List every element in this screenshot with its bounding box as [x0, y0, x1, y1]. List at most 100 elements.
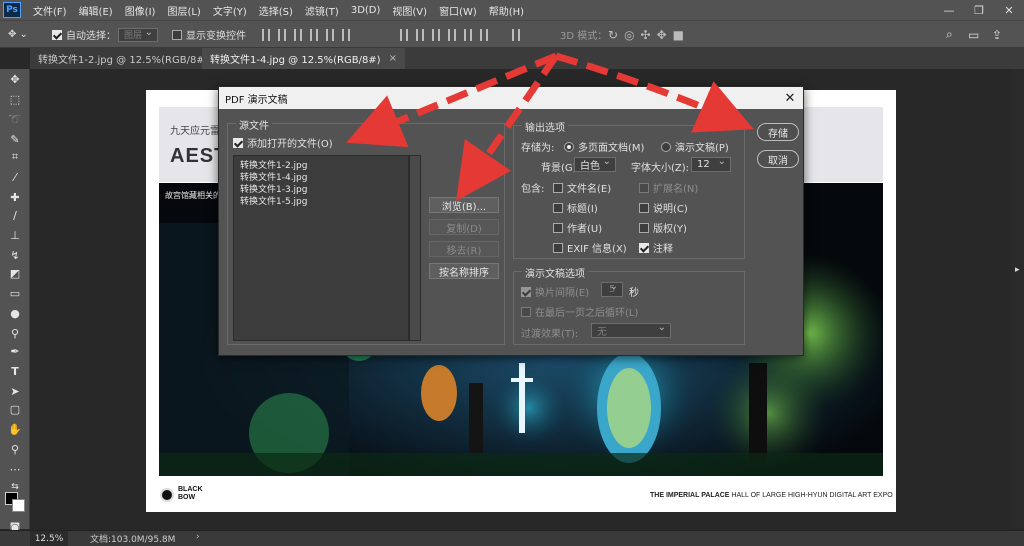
shape-tool-icon[interactable]: ▢: [5, 401, 25, 417]
type-tool-icon[interactable]: T: [5, 363, 25, 379]
eyedropper-tool-icon[interactable]: ⁄: [5, 169, 25, 185]
search-icon[interactable]: ⌕: [946, 21, 953, 48]
browse-button[interactable]: 浏览(B)...: [429, 197, 499, 213]
title-checkbox[interactable]: 标题(I): [553, 200, 598, 215]
dodge-tool-icon[interactable]: ⚲: [5, 325, 25, 341]
source-file-list[interactable]: 转换文件1-2.jpg 转换文件1-4.jpg 转换文件1-3.jpg 转换文件…: [233, 155, 409, 341]
path-select-tool-icon[interactable]: ➤: [5, 383, 25, 399]
crop-tool-icon[interactable]: ⌗: [5, 149, 25, 165]
quick-select-tool-icon[interactable]: ✎: [5, 131, 25, 147]
extension-checkbox[interactable]: 扩展名(N): [639, 180, 698, 195]
menu-help[interactable]: 帮助(H): [483, 3, 530, 18]
show-transform-checkbox[interactable]: 显示变换控件: [172, 21, 246, 48]
background-select[interactable]: 白色: [574, 156, 616, 172]
minimize-icon[interactable]: —: [934, 0, 964, 20]
align-right-icon[interactable]: [342, 28, 350, 41]
file-list-scrollbar[interactable]: [409, 155, 421, 341]
menu-window[interactable]: 窗口(W): [433, 3, 483, 18]
more-tools-icon[interactable]: ⋯: [5, 461, 25, 477]
zoom-tool-icon[interactable]: ⚲: [5, 441, 25, 457]
align-top-icon[interactable]: [262, 28, 270, 41]
restore-icon[interactable]: ❐: [964, 0, 994, 20]
menu-view[interactable]: 视图(V): [386, 3, 433, 18]
move-tool-icon[interactable]: ✥: [5, 71, 25, 87]
multi-page-radio[interactable]: 多页面文档(M): [564, 139, 644, 154]
description-checkbox[interactable]: 说明(C): [639, 200, 688, 215]
transition-select[interactable]: 无: [591, 322, 671, 338]
align-vcenter-icon[interactable]: [278, 28, 286, 41]
blur-tool-icon[interactable]: ●: [5, 305, 25, 321]
stamp-tool-icon[interactable]: ⊥: [5, 227, 25, 243]
distribute-vcenter-icon[interactable]: [416, 28, 424, 41]
copyright-checkbox[interactable]: 版权(Y): [639, 220, 687, 235]
exif-checkbox[interactable]: EXIF 信息(X): [553, 240, 627, 255]
menu-image[interactable]: 图像(I): [119, 3, 162, 18]
roll-icon[interactable]: ◎: [624, 28, 640, 42]
save-button[interactable]: 存储: [757, 123, 799, 141]
sort-by-name-button[interactable]: 按名称排序: [429, 263, 499, 279]
align-bottom-icon[interactable]: [294, 28, 302, 41]
pen-tool-icon[interactable]: ✒: [5, 343, 25, 359]
menu-edit[interactable]: 编辑(E): [73, 3, 119, 18]
3d-mode-label: 3D 模式：: [560, 31, 608, 42]
menu-file[interactable]: 文件(F): [27, 3, 73, 18]
distribute-left-icon[interactable]: [448, 28, 456, 41]
brush-tool-icon[interactable]: ∕: [5, 207, 25, 223]
distribute-right-icon[interactable]: [480, 28, 488, 41]
align-hcenter-icon[interactable]: [326, 28, 334, 41]
author-check-icon: [553, 222, 563, 233]
align-left-icon[interactable]: [310, 28, 318, 41]
filename-checkbox[interactable]: 文件名(E): [553, 180, 611, 195]
list-item[interactable]: 转换文件1-5.jpg: [240, 194, 308, 207]
marquee-tool-icon[interactable]: ⬚: [5, 91, 25, 107]
author-checkbox[interactable]: 作者(U): [553, 220, 602, 235]
zoom-level-field[interactable]: 12.5%: [30, 531, 68, 546]
menu-type[interactable]: 文字(Y): [207, 3, 253, 18]
gradient-tool-icon[interactable]: ▭: [5, 285, 25, 301]
orbit-icon[interactable]: ↻: [608, 28, 624, 42]
distribute-bottom-icon[interactable]: [432, 28, 440, 41]
distribute-top-icon[interactable]: [400, 28, 408, 41]
expand-panels-icon[interactable]: ▸: [1015, 265, 1020, 275]
pan-icon[interactable]: ✣: [641, 28, 657, 42]
window-controls: — ❐ ✕: [934, 0, 1024, 20]
add-open-files-checkbox[interactable]: 添加打开的文件(O): [233, 135, 333, 150]
menu-layer[interactable]: 图层(L): [161, 3, 206, 18]
cancel-button[interactable]: 取消: [757, 150, 799, 168]
dialog-close-icon[interactable]: ✕: [781, 89, 799, 107]
healing-tool-icon[interactable]: ✚: [5, 189, 25, 205]
font-size-select[interactable]: 12: [691, 156, 731, 172]
move-tool-icon[interactable]: ✥ ⌄: [8, 21, 28, 48]
eraser-tool-icon[interactable]: ◩: [5, 265, 25, 281]
slide-icon[interactable]: ✥: [657, 28, 673, 42]
advance-seconds-field[interactable]: 5: [601, 281, 623, 297]
tab-doc-1-4[interactable]: 转换文件1-4.jpg @ 12.5%(RGB/8#) ×: [202, 48, 405, 69]
auto-select-checkbox[interactable]: 自动选择：: [52, 21, 116, 48]
camera-icon[interactable]: ■: [673, 28, 690, 42]
background-color-swatch[interactable]: [12, 499, 25, 512]
auto-select-target-select[interactable]: 图层: [118, 27, 158, 42]
presentation-radio[interactable]: 演示文稿(P): [661, 139, 729, 154]
status-bar: 12.5% 文档:103.0M/95.8M ›: [0, 530, 1024, 546]
share-icon[interactable]: ⇪: [992, 21, 1002, 48]
hand-tool-icon[interactable]: ✋: [5, 421, 25, 437]
workspace-icon[interactable]: ▭: [968, 21, 979, 48]
menu-3d[interactable]: 3D(D): [345, 5, 387, 16]
duplicate-button[interactable]: 复制(D): [429, 219, 499, 235]
status-menu-icon[interactable]: ›: [196, 532, 200, 542]
banner-line-1: 九天应元雷: [170, 126, 220, 137]
panel-collapse-strip[interactable]: ▸: [1012, 69, 1024, 529]
close-window-icon[interactable]: ✕: [994, 0, 1024, 20]
remove-button[interactable]: 移去(R): [429, 241, 499, 257]
menu-select[interactable]: 选择(S): [253, 3, 299, 18]
lasso-tool-icon[interactable]: ➰: [5, 111, 25, 127]
close-tab-icon[interactable]: ×: [389, 53, 397, 64]
menu-filter[interactable]: 滤镜(T): [299, 3, 345, 18]
distribute-hcenter-icon[interactable]: [464, 28, 472, 41]
loop-checkbox[interactable]: 在最后一页之后循环(L): [521, 304, 638, 319]
auto-align-icon[interactable]: [512, 28, 520, 41]
advance-checkbox[interactable]: 换片间隔(E): [521, 284, 589, 299]
notes-checkbox[interactable]: 注释: [639, 240, 673, 255]
menu-bar: Ps 文件(F) 编辑(E) 图像(I) 图层(L) 文字(Y) 选择(S) 滤…: [0, 0, 1024, 20]
history-brush-tool-icon[interactable]: ↯: [5, 247, 25, 263]
